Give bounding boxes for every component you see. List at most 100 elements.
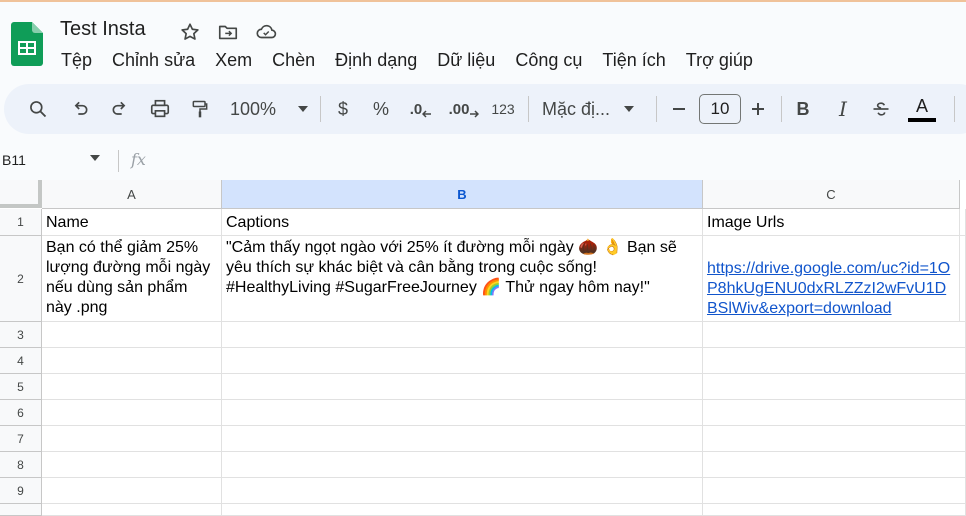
menu-view[interactable]: Xem <box>205 48 262 72</box>
cell-a5[interactable] <box>42 374 222 400</box>
increase-decimal-button[interactable]: .00 <box>448 84 480 134</box>
cell-c5[interactable] <box>703 374 966 400</box>
text-color-swatch <box>908 117 936 122</box>
toolbar-divider <box>954 96 955 122</box>
cell-c9[interactable] <box>703 478 966 504</box>
sheets-logo-icon[interactable] <box>11 22 43 66</box>
image-url-link[interactable]: https://drive.google.com/uc?id=1OP8hkUgE… <box>707 259 955 319</box>
cell-b1[interactable]: Captions <box>222 209 703 236</box>
document-title[interactable]: Test Insta <box>60 18 146 41</box>
cell-a10[interactable] <box>42 504 222 516</box>
undo-icon[interactable] <box>66 84 94 134</box>
cell-d2[interactable] <box>960 236 966 322</box>
cell-a6[interactable] <box>42 400 222 426</box>
zoom-select[interactable]: 100% <box>226 84 312 134</box>
cell-b5[interactable] <box>222 374 703 400</box>
cell-b4[interactable] <box>222 348 703 374</box>
menu-format[interactable]: Định dạng <box>325 48 427 72</box>
toolbar-divider <box>320 96 321 122</box>
menu-data[interactable]: Dữ liệu <box>427 48 505 72</box>
sheet-grid: A B C 1 2 3 4 5 6 7 8 9 Name Captions Im… <box>0 180 966 516</box>
menu-extensions[interactable]: Tiện ích <box>592 48 675 72</box>
cell-c7[interactable] <box>703 426 966 452</box>
cell-c8[interactable] <box>703 452 966 478</box>
cell-d1[interactable] <box>960 209 966 236</box>
cell-b10[interactable] <box>222 504 703 516</box>
toolbar-divider <box>781 96 782 122</box>
cell-c3[interactable] <box>703 322 966 348</box>
menu-file[interactable]: Tệp <box>51 48 102 72</box>
cell-c2[interactable]: https://drive.google.com/uc?id=1OP8hkUgE… <box>703 236 960 322</box>
percent-format-button[interactable]: % <box>370 84 392 134</box>
arrow-right-icon <box>470 110 480 118</box>
window-top-border <box>0 0 966 2</box>
cell-c10[interactable] <box>703 504 966 516</box>
cell-a9[interactable] <box>42 478 222 504</box>
row-header[interactable]: 2 <box>0 236 42 322</box>
menu-edit[interactable]: Chỉnh sửa <box>102 48 205 72</box>
font-family-select[interactable]: Mặc đị... <box>542 84 644 134</box>
row-header[interactable]: 1 <box>0 209 42 236</box>
text-color-button[interactable]: A <box>906 84 938 134</box>
number-format-button[interactable]: 123 <box>488 84 518 134</box>
increase-font-size-icon[interactable] <box>747 84 769 134</box>
row-header[interactable]: 4 <box>0 348 42 374</box>
increase-decimal-label: .00 <box>448 100 470 118</box>
cell-a7[interactable] <box>42 426 222 452</box>
text-color-glyph: A <box>915 95 928 116</box>
cell-b3[interactable] <box>222 322 703 348</box>
cloud-saved-icon[interactable] <box>254 20 278 44</box>
select-all-corner[interactable] <box>0 180 42 208</box>
toolbar: 100% $ % .0 .00 123 Mặc đị... 10 B I A <box>4 84 966 134</box>
cell-c1[interactable]: Image Urls <box>703 209 960 236</box>
formula-bar-divider <box>118 150 119 172</box>
star-icon[interactable] <box>178 20 202 44</box>
zoom-value: 100% <box>229 98 277 119</box>
cell-b7[interactable] <box>222 426 703 452</box>
row-header[interactable]: 3 <box>0 322 42 348</box>
column-header-b[interactable]: B <box>222 180 703 209</box>
currency-format-button[interactable]: $ <box>332 84 354 134</box>
cell-c6[interactable] <box>703 400 966 426</box>
bold-button[interactable]: B <box>792 84 814 134</box>
cell-a1[interactable]: Name <box>42 209 222 236</box>
move-folder-icon[interactable] <box>216 20 240 44</box>
cell-b2[interactable]: "Cảm thấy ngọt ngào với 25% ít đường mỗi… <box>222 236 703 322</box>
row-header[interactable]: 8 <box>0 452 42 478</box>
menu-insert[interactable]: Chèn <box>262 48 325 72</box>
column-header-c[interactable]: C <box>703 180 960 209</box>
column-header-a[interactable]: A <box>42 180 222 209</box>
chevron-down-icon <box>624 106 635 112</box>
cell-a2[interactable]: Bạn có thể giảm 25% lượng đường mỗi ngày… <box>42 236 222 322</box>
decrease-decimal-button[interactable]: .0 <box>406 84 436 134</box>
cell-a4[interactable] <box>42 348 222 374</box>
paint-format-icon[interactable] <box>186 84 214 134</box>
cell-a8[interactable] <box>42 452 222 478</box>
menu-help[interactable]: Trợ giúp <box>676 48 763 72</box>
decrease-font-size-icon[interactable] <box>668 84 690 134</box>
strikethrough-icon[interactable] <box>870 84 892 134</box>
row-header[interactable] <box>0 504 42 516</box>
font-family-value: Mặc đị... <box>542 98 611 119</box>
name-box[interactable]: B11 <box>2 152 26 168</box>
menu-tools[interactable]: Công cụ <box>505 48 592 72</box>
menu-bar: Tệp Chỉnh sửa Xem Chèn Định dạng Dữ liệu… <box>51 48 763 72</box>
redo-icon[interactable] <box>106 84 134 134</box>
italic-button[interactable]: I <box>832 84 854 134</box>
toolbar-divider <box>656 96 657 122</box>
cell-b9[interactable] <box>222 478 703 504</box>
row-header[interactable]: 5 <box>0 374 42 400</box>
chevron-down-icon[interactable] <box>90 155 100 161</box>
decrease-decimal-label: .0 <box>409 100 423 118</box>
row-header[interactable]: 6 <box>0 400 42 426</box>
cell-b6[interactable] <box>222 400 703 426</box>
search-menus-icon[interactable] <box>24 84 52 134</box>
cell-a3[interactable] <box>42 322 222 348</box>
row-header[interactable]: 7 <box>0 426 42 452</box>
cell-b8[interactable] <box>222 452 703 478</box>
font-size-input[interactable]: 10 <box>699 94 741 124</box>
row-header[interactable]: 9 <box>0 478 42 504</box>
function-icon: fx <box>131 150 146 169</box>
cell-c4[interactable] <box>703 348 966 374</box>
print-icon[interactable] <box>146 84 174 134</box>
